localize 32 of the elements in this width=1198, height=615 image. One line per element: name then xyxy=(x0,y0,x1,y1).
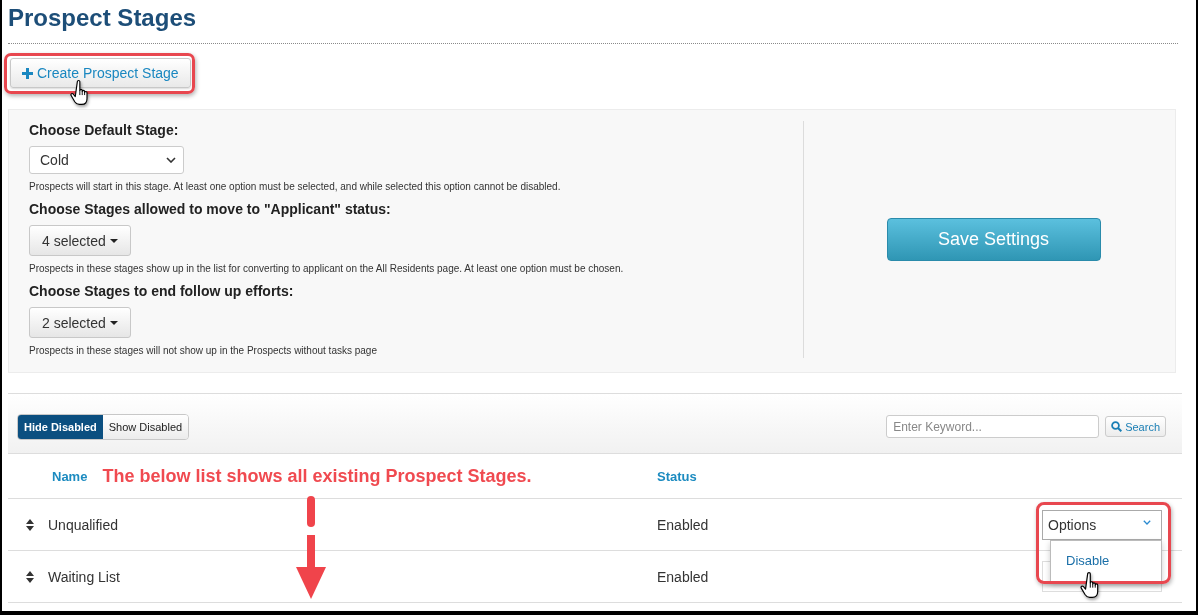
chevron-down-icon xyxy=(1143,519,1151,525)
column-header[interactable]: Status xyxy=(657,468,1182,484)
filter-toggle[interactable]: Hide Disabled xyxy=(18,414,103,439)
status-text: Enabled xyxy=(657,516,710,533)
field-label: Choose Stages allowed to move to "Applicant" status: xyxy=(29,200,392,218)
default-stage-select[interactable]: Cold xyxy=(29,146,184,174)
annotation-text: The below list shows all existing Prospect Stages. xyxy=(102,465,532,487)
help-text: Prospects in these stages show up in the list for converting to applicant on the All Residents page. At least one option must be chosen. xyxy=(29,262,625,276)
caret-icon xyxy=(109,238,118,243)
field-label: Choose Stages to end follow up efforts: xyxy=(29,282,295,300)
create-prospect-stage-button[interactable]: Create Prospect Stage xyxy=(10,58,191,88)
sort-icon[interactable] xyxy=(26,518,34,531)
multiselect-button[interactable]: 4 selected xyxy=(29,225,131,256)
status-text: Enabled xyxy=(657,568,710,585)
multiselect-button[interactable]: 2 selected xyxy=(29,307,131,338)
search-button[interactable]: Search xyxy=(1105,416,1166,437)
sort-icon[interactable] xyxy=(26,570,34,583)
stage-name: Unqualified xyxy=(48,516,120,533)
caret-icon xyxy=(109,320,118,325)
menu-item[interactable]: Disable xyxy=(1051,551,1161,570)
search-icon xyxy=(1111,421,1123,432)
stage-name: Waiting List xyxy=(48,568,121,585)
field-label: Choose Default Stage: xyxy=(29,121,180,139)
page-title: Prospect Stages xyxy=(8,3,197,33)
filter-toggle[interactable]: Show Disabled xyxy=(102,414,189,439)
plus-icon xyxy=(22,67,33,79)
chevron-down-icon xyxy=(166,157,176,163)
help-text: Prospects will start in this stage. At least one option must be selected, and while selected this option cannot be disabled. xyxy=(29,180,562,194)
column-header[interactable]: Name xyxy=(52,468,88,484)
search-field[interactable]: Enter Keyword... xyxy=(886,415,1100,438)
help-text: Prospects in these stages will not show up in the Prospects without tasks page xyxy=(29,344,378,358)
options-dropdown[interactable]: Options xyxy=(1042,509,1162,540)
